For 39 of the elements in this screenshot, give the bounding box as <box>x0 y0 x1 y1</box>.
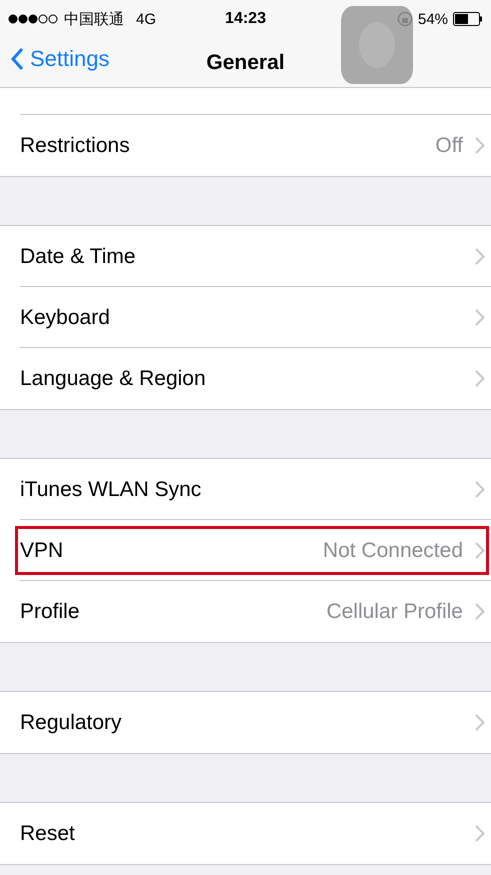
carrier-name: 中国联通 <box>64 10 124 28</box>
settings-row[interactable]: VPN Not Connected <box>0 520 491 581</box>
settings-row[interactable]: Date & Time <box>0 226 491 287</box>
row-label: Language & Region <box>20 366 207 390</box>
back-button[interactable]: Settings <box>10 46 110 72</box>
row-label: Profile <box>20 600 81 624</box>
row-value: Cellular Profile <box>326 600 463 624</box>
chevron-icon <box>475 542 485 559</box>
row-label: Restrictions <box>20 134 131 158</box>
settings-row[interactable]: Profile Cellular Profile <box>0 581 491 642</box>
row-label: Reset <box>20 822 76 846</box>
chevron-icon <box>475 825 485 842</box>
chevron-icon <box>475 603 485 620</box>
back-chevron-icon <box>10 47 24 71</box>
row-label: Keyboard <box>20 306 111 330</box>
settings-row[interactable]: Keyboard <box>0 287 491 348</box>
chevron-icon <box>475 137 485 154</box>
chevron-icon <box>475 481 485 498</box>
row-label: iTunes WLAN Sync <box>20 478 202 502</box>
signal-icon <box>8 14 58 24</box>
settings-row[interactable]: Regulatory <box>0 692 491 753</box>
network-type: 4G <box>136 10 156 28</box>
chevron-icon <box>475 248 485 265</box>
assistive-touch-icon[interactable] <box>341 6 413 84</box>
settings-row[interactable]: iTunes WLAN Sync <box>0 459 491 520</box>
chevron-icon <box>475 370 485 387</box>
row-label: Date & Time <box>20 244 137 268</box>
battery-icon <box>453 12 484 26</box>
page-title: General <box>206 50 285 74</box>
row-value: Not Connected <box>322 538 463 562</box>
settings-row[interactable]: Language & Region <box>0 348 491 409</box>
status-time: 14:23 <box>225 10 266 28</box>
chevron-icon <box>475 714 485 731</box>
row-label: Regulatory <box>20 710 123 734</box>
row-label: VPN <box>20 538 64 562</box>
row-value: Off <box>435 134 463 158</box>
settings-row[interactable]: Reset <box>0 803 491 864</box>
chevron-icon <box>475 309 485 326</box>
battery-percent: 54% <box>418 10 448 28</box>
